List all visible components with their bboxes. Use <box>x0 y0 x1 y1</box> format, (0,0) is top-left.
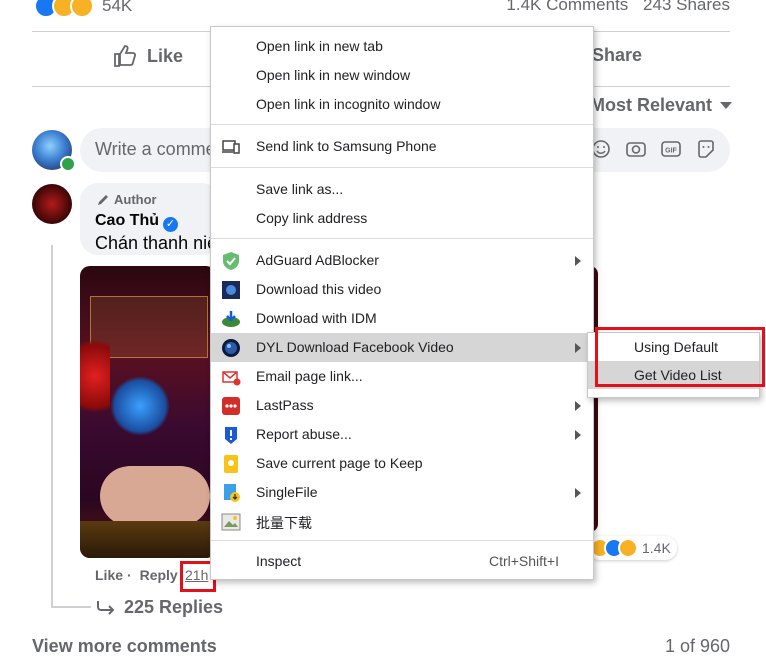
reaction-count: 54K <box>102 0 133 15</box>
comment-author-name[interactable]: Cao Thủ ✓ <box>95 212 178 232</box>
comment-author-avatar[interactable] <box>32 184 72 224</box>
like-button[interactable]: Like <box>113 45 183 67</box>
download-video-icon <box>222 281 240 299</box>
sort-dropdown[interactable]: Most Relevant <box>590 95 733 116</box>
menu-item-save-to-keep[interactable]: Save current page to Keep <box>211 449 593 478</box>
singlefile-icon <box>224 484 240 502</box>
menu-item-open-new-tab[interactable]: Open link in new tab <box>211 32 593 61</box>
lastpass-icon <box>222 397 240 415</box>
view-replies-link[interactable]: 225 Replies <box>96 597 223 618</box>
adguard-shield-icon <box>223 252 239 270</box>
menu-item-open-incognito[interactable]: Open link in incognito window <box>211 90 593 119</box>
menu-item-batch-download[interactable]: 批量下载 <box>211 507 593 536</box>
like-button-label: Like <box>147 45 184 66</box>
comments-count-link[interactable]: 1.4K Comments <box>506 0 628 14</box>
caret-down-icon <box>720 102 733 109</box>
menu-separator <box>211 124 593 125</box>
context-menu: Open link in new tab Open link in new wi… <box>210 26 594 580</box>
video-bottom-strip <box>80 521 216 558</box>
comment-video-thumbnail[interactable] <box>80 266 216 558</box>
dyl-globe-icon <box>222 339 240 357</box>
menu-separator <box>211 540 593 541</box>
pencil-icon <box>98 194 108 205</box>
menu-item-open-new-window[interactable]: Open link in new window <box>211 61 593 90</box>
video-lantern-decoration <box>80 326 110 426</box>
idm-icon <box>222 311 240 327</box>
sad-reaction-icon <box>70 0 94 18</box>
menu-separator <box>211 167 593 168</box>
inspect-shortcut: Ctrl+Shift+I <box>488 553 559 569</box>
keep-icon <box>224 455 238 473</box>
menu-item-report-abuse[interactable]: Report abuse... <box>211 420 593 449</box>
report-icon <box>225 427 237 444</box>
shares-count-link[interactable]: 243 Shares <box>643 0 730 14</box>
view-more-comments-link[interactable]: View more comments <box>32 636 217 657</box>
share-button-label: Share <box>592 45 643 65</box>
comment-pager: 1 of 960 <box>664 636 730 656</box>
submenu-arrow-icon <box>575 343 581 353</box>
thread-line <box>51 245 53 607</box>
menu-item-adguard[interactable]: AdGuard AdBlocker <box>211 246 593 275</box>
share-button[interactable]: Share <box>592 45 642 66</box>
post-stats: 1.4K Comments 243 Shares <box>496 0 730 15</box>
gif-icon[interactable]: GIF <box>660 138 682 160</box>
thread-line-branch <box>51 606 91 608</box>
menu-item-dyl-download-facebook-video[interactable]: DYL Download Facebook Video <box>211 333 593 362</box>
sad-reaction-icon <box>618 538 638 558</box>
camera-icon[interactable] <box>625 138 647 160</box>
menu-item-send-to-samsung[interactable]: Send link to Samsung Phone <box>211 132 593 161</box>
online-status-dot <box>60 156 76 172</box>
comment-actions: Like · Reply <box>95 567 178 583</box>
comment-reply-link[interactable]: Reply <box>140 567 178 583</box>
menu-item-email-page-link[interactable]: Email page link... <box>211 362 593 391</box>
svg-text:GIF: GIF <box>665 148 677 155</box>
reaction-summary[interactable]: 54K <box>34 0 132 18</box>
thumbs-up-icon <box>114 45 136 67</box>
submenu-arrow-icon <box>575 401 581 411</box>
menu-item-save-link-as[interactable]: Save link as... <box>211 175 593 204</box>
comment-text: Chán thanh niên <box>95 233 228 253</box>
menu-item-lastpass[interactable]: LastPass <box>211 391 593 420</box>
video-character <box>110 376 170 436</box>
replies-count: 225 Replies <box>124 597 224 617</box>
submenu-arrow-icon <box>575 256 581 266</box>
submenu-arrow-icon <box>575 430 581 440</box>
menu-separator <box>211 238 593 239</box>
video-figure <box>100 466 210 526</box>
author-name-text: Cao Thủ <box>95 212 159 229</box>
author-badge-label: Author <box>114 192 157 207</box>
sticker-icon[interactable] <box>695 138 717 160</box>
menu-item-inspect[interactable]: Inspect Ctrl+Shift+I <box>211 547 593 576</box>
sort-label: Most Relevant <box>590 95 713 115</box>
submenu-arrow-icon <box>575 488 581 498</box>
devices-icon <box>222 140 240 154</box>
verified-badge-icon: ✓ <box>163 217 178 232</box>
reply-arrow-icon <box>97 600 115 615</box>
comment-like-link[interactable]: Like <box>95 567 123 583</box>
menu-item-download-with-idm[interactable]: Download with IDM <box>211 304 593 333</box>
email-icon <box>222 371 241 386</box>
batch-download-icon <box>221 513 241 531</box>
submenu-highlight-box <box>595 327 765 387</box>
comment-reactions[interactable]: 1.4K <box>588 536 677 560</box>
menu-item-copy-link-address[interactable]: Copy link address <box>211 204 593 233</box>
author-badge: Author <box>96 192 157 207</box>
comment-reaction-count: 1.4K <box>642 540 671 556</box>
menu-item-download-this-video[interactable]: Download this video <box>211 275 593 304</box>
menu-item-singlefile[interactable]: SingleFile <box>211 478 593 507</box>
